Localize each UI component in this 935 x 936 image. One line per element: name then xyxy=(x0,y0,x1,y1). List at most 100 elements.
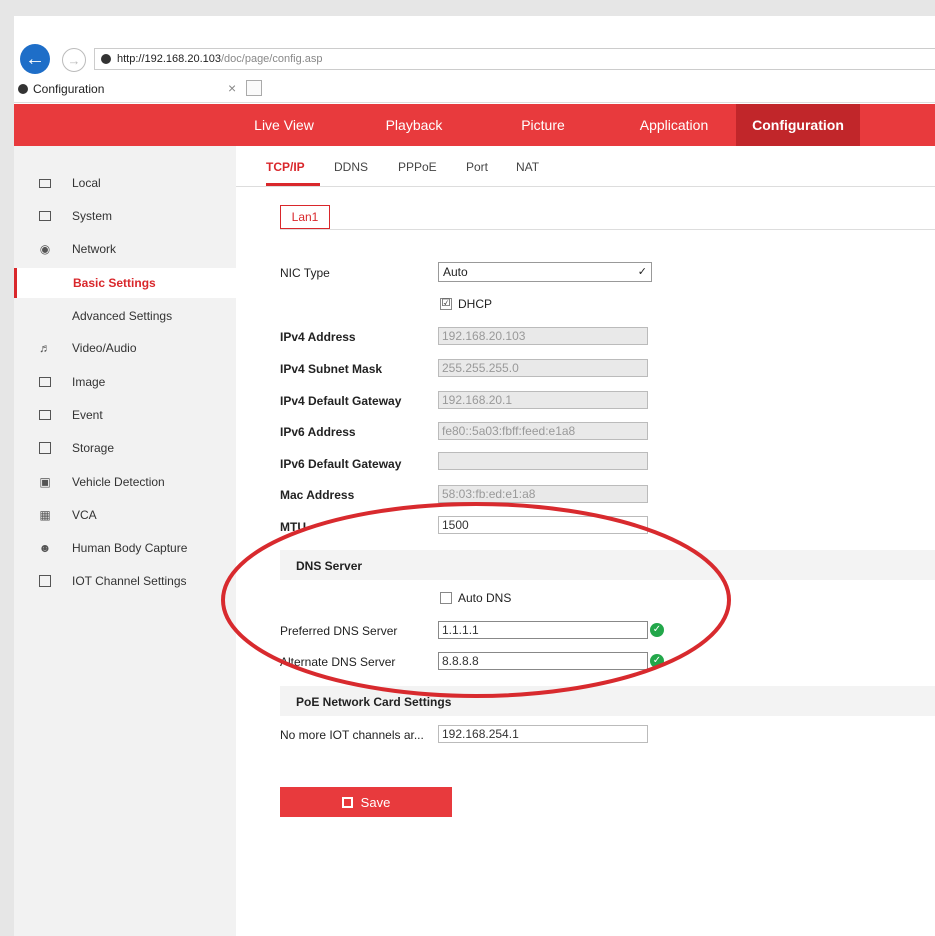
new-tab-icon[interactable] xyxy=(246,80,262,96)
nic-type-select[interactable]: Auto ✓ xyxy=(438,262,652,282)
browser-tab[interactable]: Configuration xyxy=(14,76,242,102)
check-ok-icon: ✓ xyxy=(650,623,664,637)
monitor-icon xyxy=(38,177,52,189)
ipv4-gateway-label: IPv4 Default Gateway xyxy=(280,394,402,408)
sidebar-item-storage[interactable]: Storage xyxy=(14,435,236,461)
sidebar-item-network[interactable]: ◉ Network xyxy=(14,236,236,262)
url-input[interactable]: http://192.168.20.103/doc/page/config.as… xyxy=(94,48,935,70)
human-body-icon: ☻ xyxy=(38,541,52,555)
sidebar-item-label: Advanced Settings xyxy=(72,309,173,323)
sidebar-item-advanced-settings[interactable]: Advanced Settings xyxy=(14,303,236,329)
mac-address-label: Mac Address xyxy=(280,488,355,502)
dns-section-header: DNS Server xyxy=(280,550,935,580)
sidebar-item-human-body-capture[interactable]: ☻ Human Body Capture xyxy=(14,535,236,561)
save-button[interactable]: Save xyxy=(280,787,452,817)
iot-channels-field[interactable]: 192.168.254.1 xyxy=(438,725,648,743)
nav-configuration[interactable]: Configuration xyxy=(736,104,860,146)
sidebar: Local System ◉ Network Basic Settings Ad… xyxy=(14,146,236,936)
sidebar-item-event[interactable]: Event xyxy=(14,402,236,428)
sidebar-item-iot-channel-settings[interactable]: IOT Channel Settings xyxy=(14,568,236,594)
sidebar-item-label: Event xyxy=(72,408,103,422)
sidebar-item-label: System xyxy=(72,209,113,223)
url-host: http://192.168.20.103 xyxy=(117,53,221,65)
sidebar-item-label: Network xyxy=(72,242,117,256)
globe-icon: ◉ xyxy=(39,242,51,256)
site-icon xyxy=(101,54,111,64)
vca-icon: ▦ xyxy=(39,508,51,522)
top-navbar: Live View Playback Picture Application C… xyxy=(14,104,935,146)
tab-lan1[interactable]: Lan1 xyxy=(280,205,330,229)
ipv4-mask-field[interactable]: 255.255.255.0 xyxy=(438,359,648,377)
address-bar-row: ← → http://192.168.20.103/doc/page/confi… xyxy=(14,42,935,76)
sidebar-item-system[interactable]: System xyxy=(14,203,236,229)
browser-tab-row: Configuration × xyxy=(14,76,935,103)
alternate-dns-label: Alternate DNS Server xyxy=(280,655,396,669)
mtu-label: MTU xyxy=(280,520,306,534)
dns-section-title: DNS Server xyxy=(296,559,363,573)
sidebar-item-label: IOT Channel Settings xyxy=(72,574,187,588)
sidebar-item-basic-settings[interactable]: Basic Settings xyxy=(14,268,236,298)
auto-dns-label: Auto DNS xyxy=(458,591,512,605)
main-content: TCP/IP DDNS PPPoE Port NAT Lan1 NIC Type… xyxy=(236,146,935,936)
sidebar-item-label: Image xyxy=(72,375,106,389)
window-icon xyxy=(38,210,52,222)
browser-frame: ← → http://192.168.20.103/doc/page/confi… xyxy=(14,16,935,936)
tab-site-icon xyxy=(18,84,28,94)
check-ok-icon: ✓ xyxy=(650,654,664,668)
vehicle-detection-icon: ▣ xyxy=(39,475,51,489)
save-button-label: Save xyxy=(360,794,391,810)
nav-picture[interactable]: Picture xyxy=(498,104,588,146)
tab-close-icon[interactable]: × xyxy=(228,80,236,96)
ipv4-mask-label: IPv4 Subnet Mask xyxy=(280,362,383,376)
dhcp-checkbox[interactable]: ☑ xyxy=(440,298,452,310)
nav-application[interactable]: Application xyxy=(620,104,728,146)
tab-nat[interactable]: NAT xyxy=(516,160,539,174)
storage-icon xyxy=(38,442,52,454)
nav-playback[interactable]: Playback xyxy=(364,104,464,146)
save-disk-icon xyxy=(341,796,353,808)
auto-dns-checkbox[interactable] xyxy=(440,592,452,604)
image-icon xyxy=(38,376,52,388)
mac-address-field[interactable]: 58:03:fb:ed:e1:a8 xyxy=(438,485,648,503)
nic-type-label: NIC Type xyxy=(280,266,330,280)
sidebar-item-image[interactable]: Image xyxy=(14,369,236,395)
sidebar-item-local[interactable]: Local xyxy=(14,170,236,196)
sidebar-item-label: Basic Settings xyxy=(73,276,156,290)
poe-section-header: PoE Network Card Settings xyxy=(280,686,935,716)
tab-port[interactable]: Port xyxy=(466,160,488,174)
sidebar-item-label: Human Body Capture xyxy=(72,541,188,555)
ipv6-address-field[interactable]: fe80::5a03:fbff:feed:e1a8 xyxy=(438,422,648,440)
preferred-dns-label: Preferred DNS Server xyxy=(280,624,398,638)
event-icon xyxy=(38,409,52,421)
chevron-down-icon: ✓ xyxy=(637,266,647,278)
ipv4-address-label: IPv4 Address xyxy=(280,330,356,344)
active-tab-underline xyxy=(266,183,320,186)
back-arrow-icon[interactable]: ← xyxy=(20,44,50,74)
ipv6-gateway-field[interactable] xyxy=(438,452,648,470)
tab-tcpip[interactable]: TCP/IP xyxy=(266,160,305,174)
sidebar-item-video-audio[interactable]: ♬ Video/Audio xyxy=(14,335,236,361)
subtab-bar: TCP/IP DDNS PPPoE Port NAT xyxy=(236,146,935,187)
ipv4-address-field[interactable]: 192.168.20.103 xyxy=(438,327,648,345)
forward-arrow-icon[interactable]: → xyxy=(62,48,86,72)
sidebar-item-label: Storage xyxy=(72,441,115,455)
alternate-dns-field[interactable]: 8.8.8.8 xyxy=(438,652,648,670)
iot-channels-label: No more IOT channels ar... xyxy=(280,728,424,742)
sidebar-item-vehicle-detection[interactable]: ▣ Vehicle Detection xyxy=(14,469,236,495)
preferred-dns-field[interactable]: 1.1.1.1 xyxy=(438,621,648,639)
sidebar-item-vca[interactable]: ▦ VCA xyxy=(14,502,236,528)
mtu-field[interactable]: 1500 xyxy=(438,516,648,534)
tab-ddns[interactable]: DDNS xyxy=(334,160,368,174)
divider xyxy=(280,229,935,230)
video-audio-icon: ♬ xyxy=(39,341,51,355)
sidebar-item-label: Local xyxy=(72,176,101,190)
ipv4-gateway-field[interactable]: 192.168.20.1 xyxy=(438,391,648,409)
nav-live-view[interactable]: Live View xyxy=(236,104,332,146)
tab-title: Configuration xyxy=(33,82,105,96)
tab-pppoe[interactable]: PPPoE xyxy=(398,160,437,174)
ipv6-gateway-label: IPv6 Default Gateway xyxy=(280,457,402,471)
url-path: /doc/page/config.asp xyxy=(220,53,323,65)
poe-section-title: PoE Network Card Settings xyxy=(296,695,452,709)
nic-type-value: Auto xyxy=(443,265,468,279)
iot-icon xyxy=(38,575,52,587)
